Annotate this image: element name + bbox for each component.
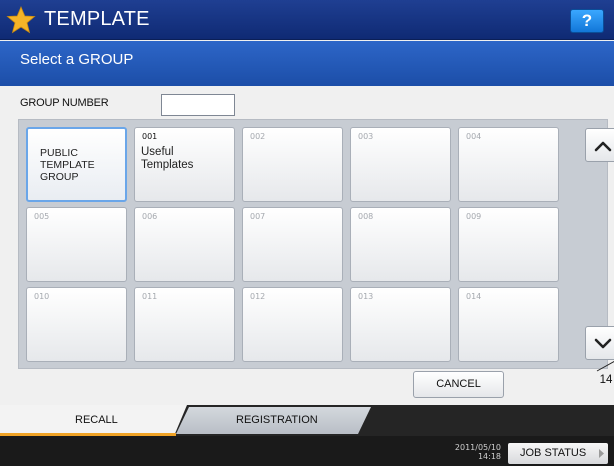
group-tile[interactable]: 005 [26, 207, 127, 282]
group-public-template[interactable]: PUBLIC TEMPLATE GROUP [26, 127, 127, 202]
group-number: 002 [250, 132, 266, 141]
job-status-label: JOB STATUS [520, 447, 587, 459]
subtitle-bar: Select a GROUP [0, 41, 614, 86]
tab-bar: RECALL REGISTRATION [0, 405, 614, 436]
page-up-button[interactable] [585, 128, 614, 162]
group-tile[interactable]: 004 [458, 127, 559, 202]
group-tile[interactable]: 014 [458, 287, 559, 362]
group-number: 003 [358, 132, 374, 141]
date: 2011/05/10 [454, 443, 501, 452]
star-icon [6, 5, 36, 34]
group-tile[interactable]: 010 [26, 287, 127, 362]
group-number: 011 [142, 292, 158, 301]
title-bar: TEMPLATE ? [0, 0, 614, 40]
group-tile[interactable]: 013 [350, 287, 451, 362]
group-number: 009 [466, 212, 482, 221]
group-name: Useful Templates [141, 146, 194, 171]
page-separator [596, 360, 614, 372]
tab-registration[interactable]: REGISTRATION [176, 407, 371, 434]
page-total: 14 [599, 374, 613, 386]
group-number: 004 [466, 132, 482, 141]
group-tile[interactable]: 011 [134, 287, 235, 362]
group-tile[interactable]: 002 [242, 127, 343, 202]
status-bar: 2011/05/10 14:18 JOB STATUS [0, 436, 614, 466]
group-tile[interactable]: 008 [350, 207, 451, 282]
arrow-right-icon [599, 449, 604, 458]
group-number: 008 [358, 212, 374, 221]
screen-title: TEMPLATE [44, 8, 150, 30]
group-number-label: GROUP NUMBER [20, 97, 109, 109]
group-grid: PUBLIC TEMPLATE GROUP 001 Useful Templates… [18, 119, 614, 386]
group-tile[interactable]: 003 [350, 127, 451, 202]
group-number: 010 [34, 292, 50, 301]
group-number: 014 [466, 292, 482, 301]
job-status-button[interactable]: JOB STATUS [508, 443, 608, 464]
template-screen: TEMPLATE ? Select a GROUP GROUP NUMBER P… [0, 0, 614, 466]
date-time: 2011/05/10 14:18 [449, 443, 501, 461]
group-tile[interactable]: 009 [458, 207, 559, 282]
tab-registration-label: REGISTRATION [236, 414, 318, 426]
tab-recall[interactable]: RECALL [0, 405, 187, 436]
subtitle: Select a GROUP [20, 51, 134, 68]
group-number-input[interactable] [161, 94, 235, 116]
group-number: 005 [34, 212, 50, 221]
group-number: 013 [358, 292, 374, 301]
group-tile[interactable]: 012 [242, 287, 343, 362]
group-tile[interactable]: 006 [134, 207, 235, 282]
cancel-button[interactable]: CANCEL [413, 371, 504, 398]
page-down-button[interactable] [585, 326, 614, 360]
help-button[interactable]: ? [570, 9, 604, 33]
tab-recall-label: RECALL [75, 414, 118, 426]
group-tile[interactable]: 007 [242, 207, 343, 282]
group-number: 007 [250, 212, 266, 221]
time: 14:18 [477, 452, 501, 461]
chevron-up-icon [594, 141, 612, 152]
group-number: 001 [142, 132, 158, 141]
chevron-down-icon [594, 338, 612, 349]
group-tile[interactable]: 001 Useful Templates [134, 127, 235, 202]
group-number: 006 [142, 212, 158, 221]
group-number: 012 [250, 292, 266, 301]
group-name: PUBLIC TEMPLATE GROUP [40, 147, 95, 183]
